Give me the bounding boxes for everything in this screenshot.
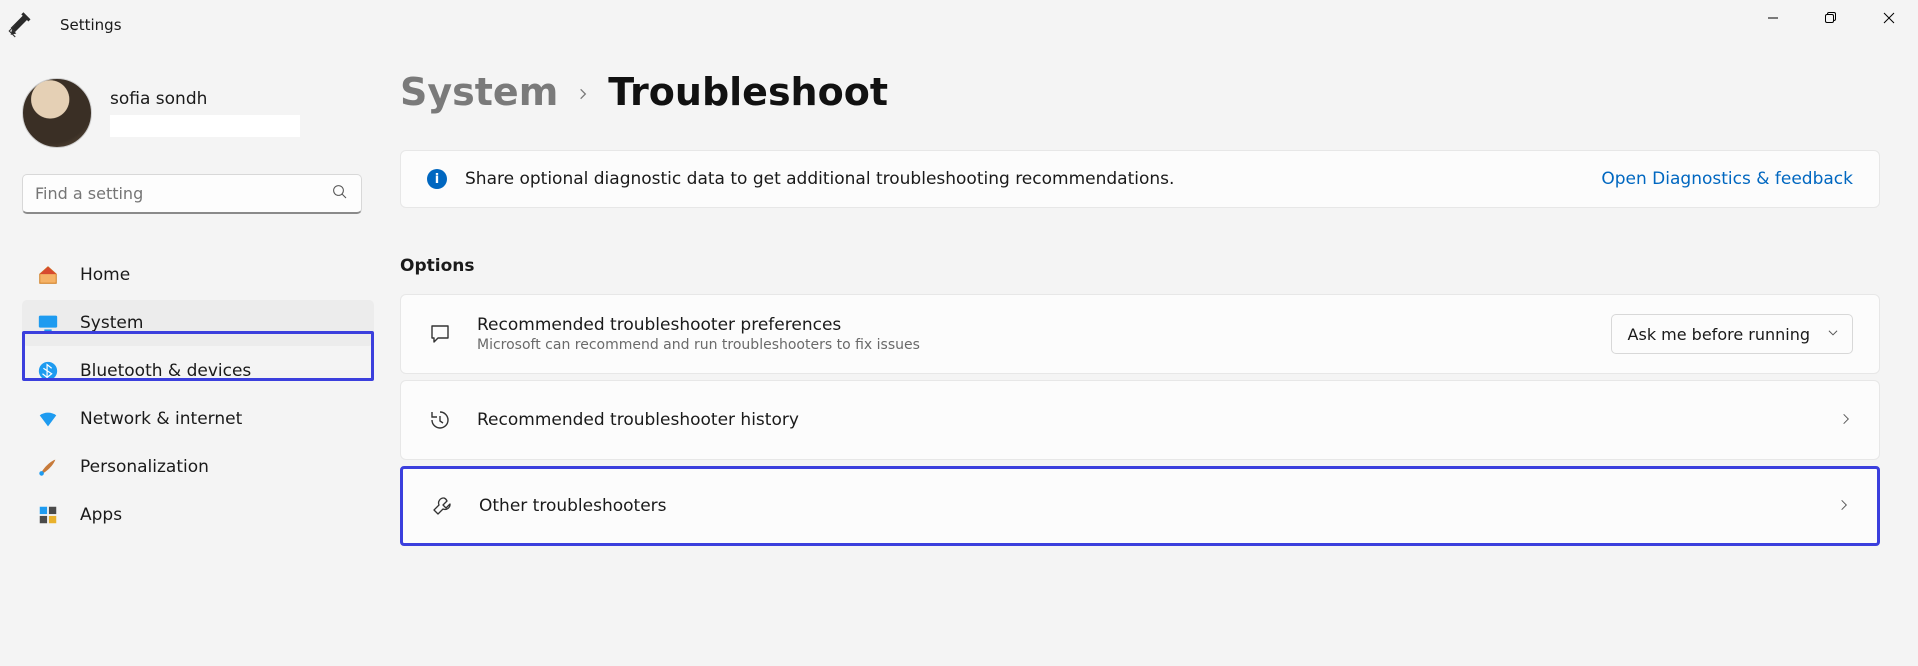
- card-title: Recommended troubleshooter preferences: [477, 315, 1611, 335]
- breadcrumb: System Troubleshoot: [400, 70, 1880, 114]
- chevron-down-icon: [1826, 325, 1840, 344]
- sidebar-item-label: System: [80, 313, 143, 333]
- info-icon: i: [427, 169, 447, 189]
- sidebar-item-system[interactable]: System: [22, 300, 374, 346]
- maximize-button[interactable]: [1802, 0, 1860, 36]
- card-subtitle: Microsoft can recommend and run troubles…: [477, 337, 1611, 353]
- card-title: Recommended troubleshooter history: [477, 410, 1839, 430]
- history-icon: [427, 407, 453, 433]
- bluetooth-icon: [36, 359, 60, 383]
- profile-email-redacted: [110, 115, 300, 137]
- search-box[interactable]: [22, 174, 362, 214]
- diagnostics-banner: i Share optional diagnostic data to get …: [400, 150, 1880, 208]
- dropdown-value: Ask me before running: [1628, 325, 1810, 344]
- brush-icon: [36, 455, 60, 479]
- sidebar-item-network[interactable]: Network & internet: [0, 396, 380, 442]
- breadcrumb-current: Troubleshoot: [608, 70, 888, 114]
- sidebar: sofia sondh Home System: [0, 50, 380, 540]
- search-icon: [331, 183, 349, 205]
- chat-icon: [427, 321, 453, 347]
- prefs-dropdown[interactable]: Ask me before running: [1611, 314, 1853, 354]
- sidebar-item-label: Network & internet: [80, 409, 242, 429]
- card-troubleshooter-history[interactable]: Recommended troubleshooter history: [400, 380, 1880, 460]
- wifi-icon: [36, 407, 60, 431]
- nav-list: Home System Bluetooth & devices Network …: [0, 232, 380, 538]
- banner-text: Share optional diagnostic data to get ad…: [465, 169, 1601, 189]
- sidebar-item-label: Home: [80, 265, 130, 285]
- sidebar-item-personalization[interactable]: Personalization: [0, 444, 380, 490]
- back-button[interactable]: [2, 20, 24, 42]
- profile-name: sofia sondh: [110, 89, 300, 109]
- card-other-troubleshooters[interactable]: Other troubleshooters: [400, 466, 1880, 546]
- chevron-right-icon: [1837, 497, 1851, 516]
- minimize-button[interactable]: [1744, 0, 1802, 36]
- wrench-icon: [429, 493, 455, 519]
- window-controls: [1744, 0, 1918, 36]
- avatar: [22, 78, 92, 148]
- sidebar-item-label: Bluetooth & devices: [80, 361, 251, 381]
- home-icon: [36, 263, 60, 287]
- open-diagnostics-link[interactable]: Open Diagnostics & feedback: [1601, 169, 1853, 189]
- app-title: Settings: [60, 16, 122, 34]
- close-button[interactable]: [1860, 0, 1918, 36]
- sidebar-item-label: Apps: [80, 505, 122, 525]
- sidebar-item-home[interactable]: Home: [0, 252, 380, 298]
- chevron-right-icon: [1839, 411, 1853, 430]
- apps-icon: [36, 503, 60, 527]
- breadcrumb-parent[interactable]: System: [400, 70, 558, 114]
- sidebar-item-bluetooth[interactable]: Bluetooth & devices: [0, 348, 380, 394]
- chevron-right-icon: [576, 82, 590, 106]
- sidebar-item-apps[interactable]: Apps: [0, 492, 380, 538]
- main-content: System Troubleshoot i Share optional dia…: [400, 50, 1918, 552]
- card-troubleshooter-prefs[interactable]: Recommended troubleshooter preferences M…: [400, 294, 1880, 374]
- card-title: Other troubleshooters: [479, 496, 1837, 516]
- search-input[interactable]: [35, 184, 331, 203]
- sidebar-item-label: Personalization: [80, 457, 209, 477]
- title-bar: Settings: [0, 0, 1918, 50]
- display-icon: [36, 311, 60, 335]
- options-heading: Options: [400, 256, 1880, 276]
- profile-block[interactable]: sofia sondh: [0, 70, 380, 164]
